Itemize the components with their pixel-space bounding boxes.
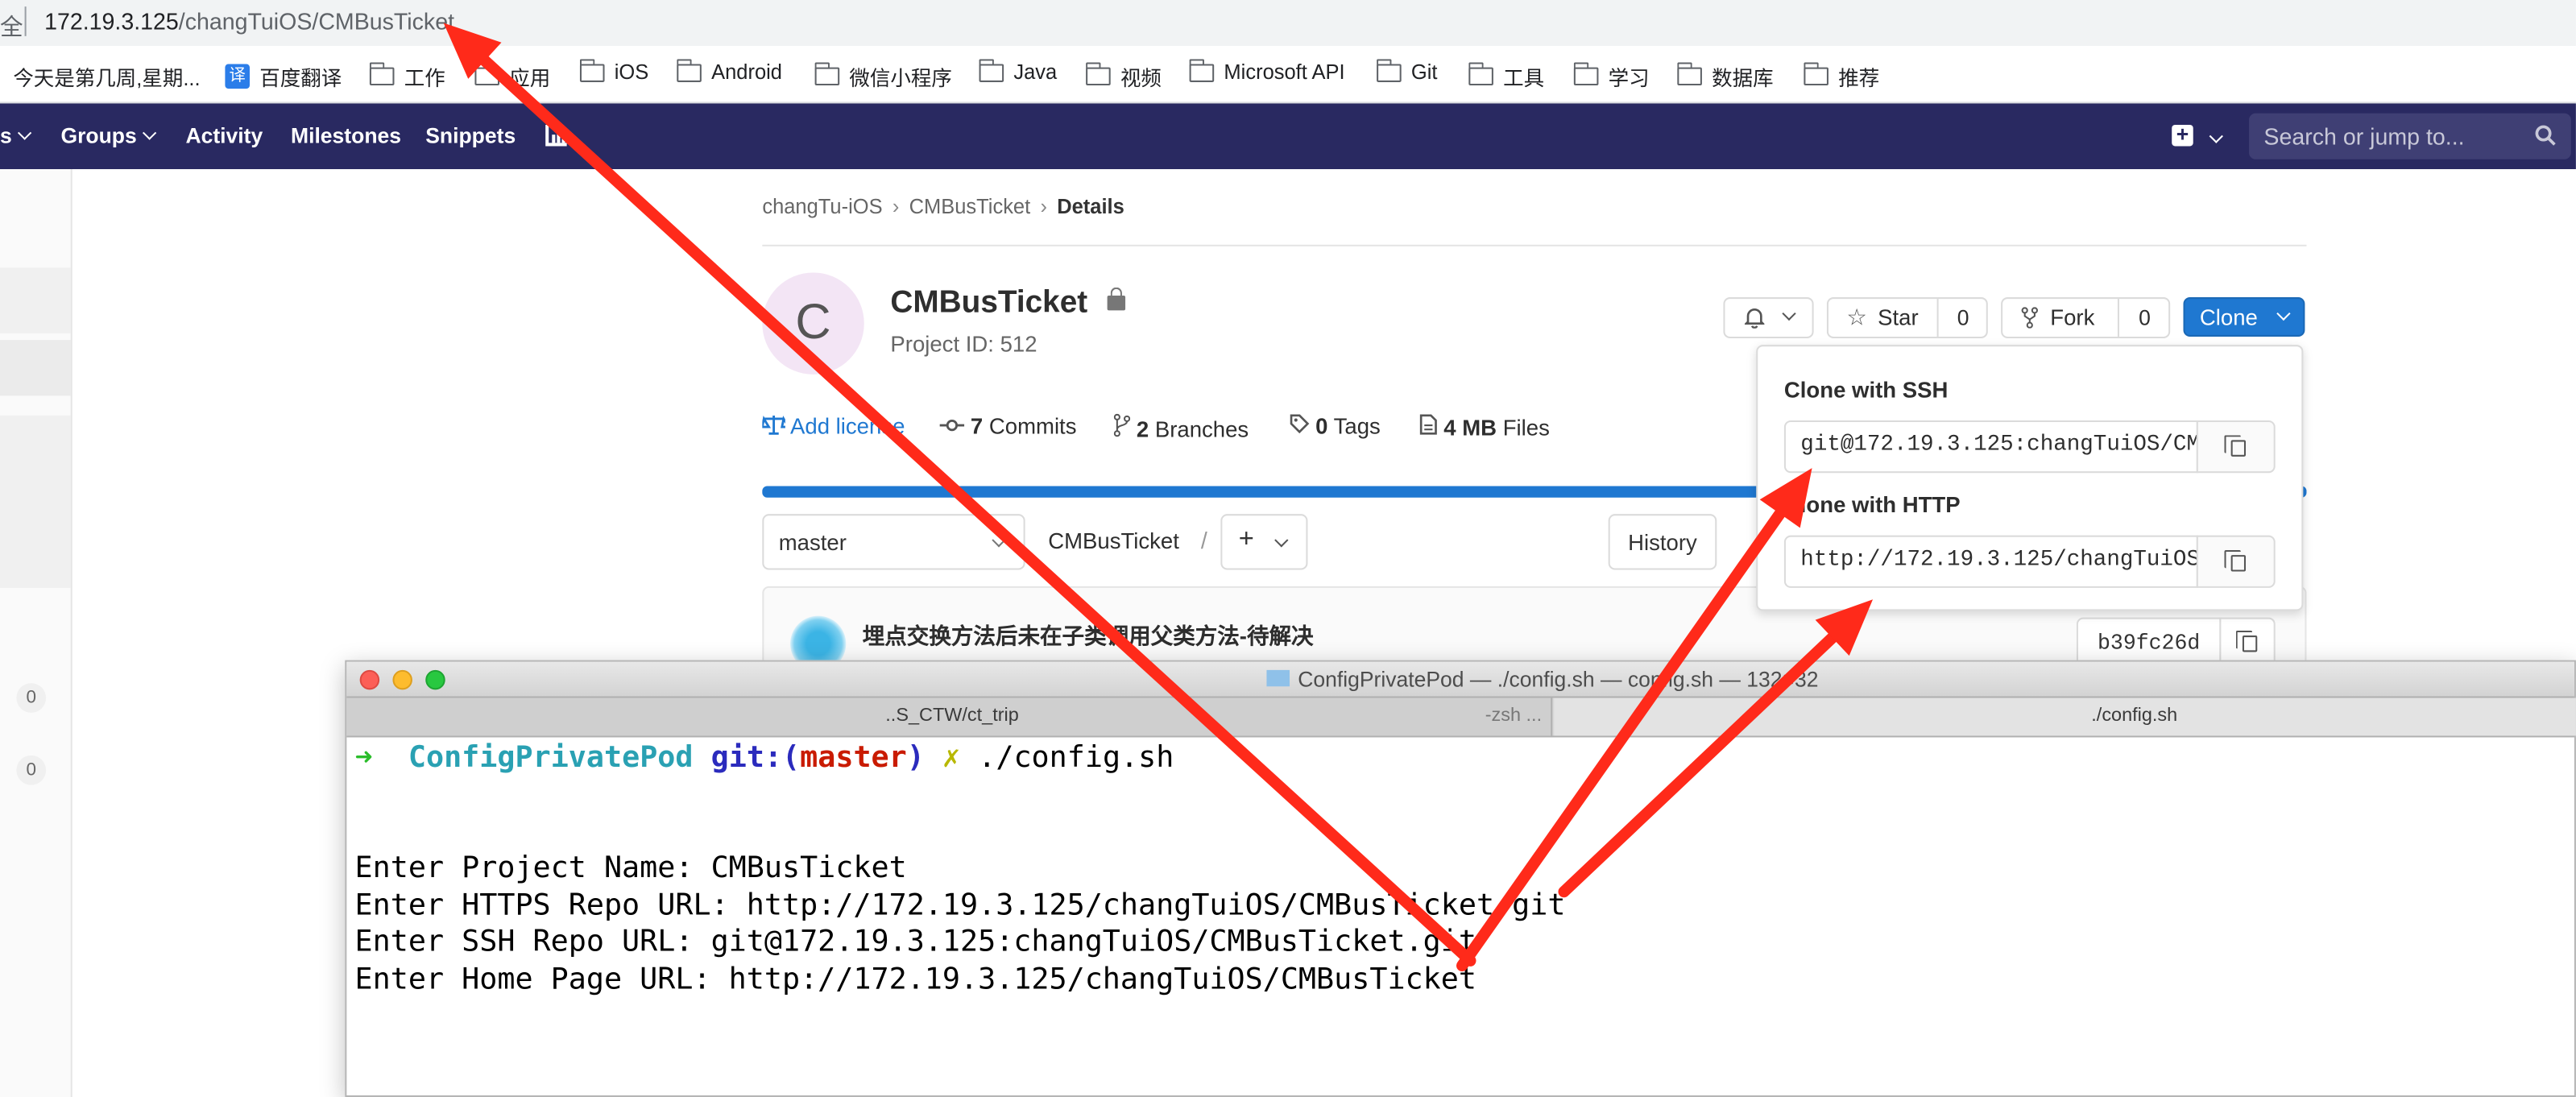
- annotation-arrows: [443, 23, 1874, 972]
- annotation-arrow-to-url-shaft: [478, 55, 1476, 967]
- annotation-arrow-to-ssh-head: [1759, 468, 1812, 528]
- annotation-overlay: [443, 23, 1874, 972]
